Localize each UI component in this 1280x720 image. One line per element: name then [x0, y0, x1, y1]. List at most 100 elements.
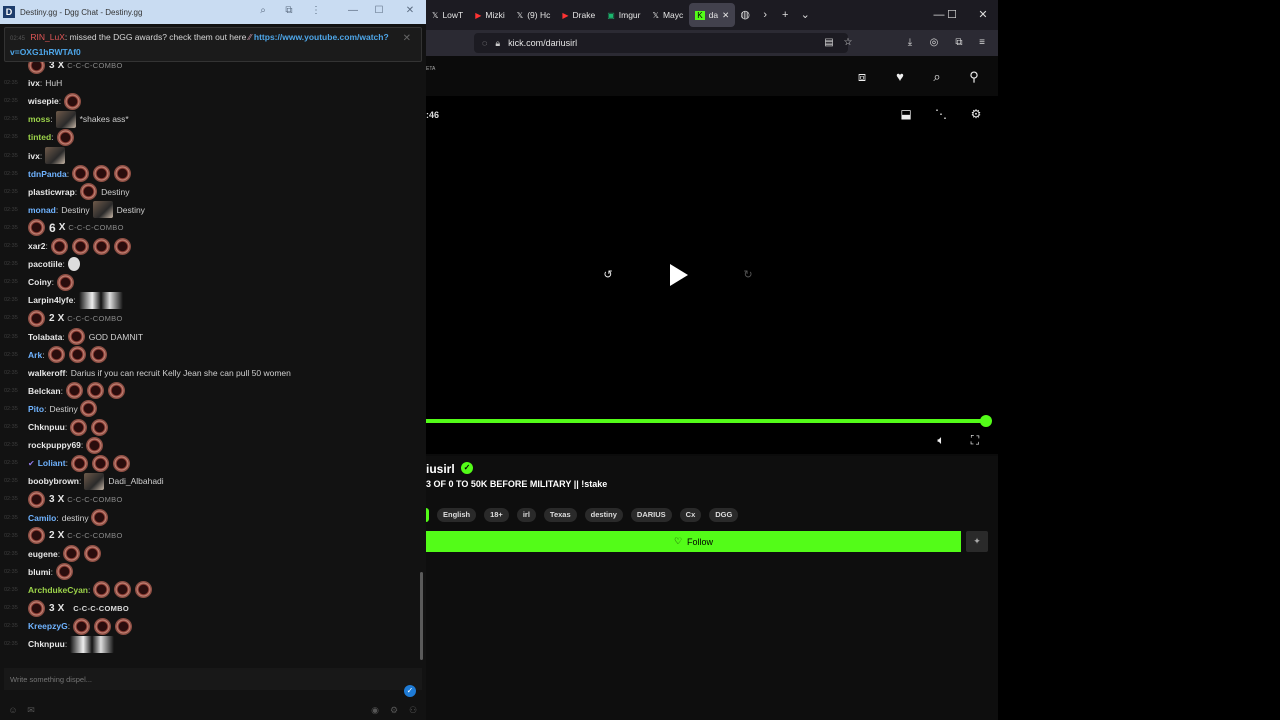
browser-tab[interactable]: 𝕏 (9) Hc: [511, 0, 557, 30]
message-username[interactable]: monad: [28, 205, 56, 215]
message-username[interactable]: eugene: [28, 549, 58, 559]
message-username[interactable]: Chknpuu: [28, 422, 65, 432]
user-icon[interactable]: ⚲: [966, 69, 982, 85]
address-bar[interactable]: ◌ 🔒︎ kick.com/dariusirl: [474, 33, 848, 53]
account-icon[interactable]: ◎: [927, 36, 941, 50]
stream-tag[interactable]: Texas: [543, 508, 577, 522]
progress-knob[interactable]: [980, 415, 992, 427]
message-username[interactable]: Chknpuu: [28, 639, 65, 649]
message-username[interactable]: Belckan: [28, 386, 61, 396]
users-icon[interactable]: ⚇: [407, 704, 419, 716]
chat-message: 02:35 ✔ Loliant:: [0, 454, 420, 472]
tag-partial[interactable]: [426, 508, 429, 522]
tab-list-icon[interactable]: ⌄: [795, 0, 815, 30]
gift-button[interactable]: ✦: [966, 531, 988, 552]
chat-scrollbar[interactable]: [420, 572, 423, 660]
minimize-button[interactable]: —: [346, 4, 360, 18]
lock-icon[interactable]: 🔒︎: [495, 38, 500, 49]
clip-icon[interactable]: ⬓: [898, 106, 914, 122]
chat-message: 02:35 KreepzyG:: [0, 617, 420, 635]
message-username[interactable]: Pito: [28, 404, 44, 414]
message-username[interactable]: xar2: [28, 241, 46, 251]
stream-tag[interactable]: DGG: [709, 508, 739, 522]
message-username[interactable]: Larpin4lyfe: [28, 295, 73, 305]
globe-tab-icon[interactable]: ◍: [735, 0, 755, 30]
follow-label: Follow: [687, 536, 714, 547]
chat-input[interactable]: [4, 668, 422, 690]
search-icon[interactable]: ⌕: [256, 4, 270, 18]
message-username[interactable]: walkeroff: [28, 368, 65, 378]
message-username[interactable]: Ark: [28, 350, 42, 360]
url-text[interactable]: kick.com/dariusirl: [508, 38, 577, 48]
search-icon[interactable]: ⌕: [929, 69, 945, 85]
stream-tag[interactable]: English: [437, 508, 477, 522]
reader-view-icon[interactable]: ▤: [822, 36, 836, 50]
message-username[interactable]: rockpuppy69: [28, 440, 81, 450]
shield-icon[interactable]: ◌: [482, 38, 487, 48]
separator: :: [66, 168, 70, 179]
announcement-user[interactable]: RIN_LuX: [30, 32, 65, 42]
browser-tab[interactable]: ▣ Imgur: [601, 0, 646, 30]
stream-tag[interactable]: 18+: [484, 508, 509, 522]
message-username[interactable]: blumi: [28, 567, 51, 577]
maximize-button[interactable]: ☐: [944, 8, 960, 22]
message-username[interactable]: KreepzyG: [28, 621, 68, 631]
settings-icon[interactable]: ⚙: [388, 704, 400, 716]
stream-tag[interactable]: destiny: [584, 508, 623, 522]
message-username[interactable]: tdnPanda: [28, 169, 67, 179]
share-icon[interactable]: ⋱: [933, 106, 949, 122]
message-username[interactable]: ivx: [28, 151, 40, 161]
message-username[interactable]: Coiny: [28, 277, 52, 287]
message-username[interactable]: moss: [28, 114, 50, 124]
new-tab-icon[interactable]: +: [775, 0, 795, 30]
close-button[interactable]: ✕: [403, 4, 417, 18]
more-icon[interactable]: ⋮: [309, 4, 323, 18]
progress-bar[interactable]: [426, 415, 992, 427]
play-icon[interactable]: [668, 262, 690, 288]
chat-message: 02:35 boobybrown: Dadi_Albahadi: [0, 472, 420, 490]
clips-icon[interactable]: ⧈: [854, 69, 870, 85]
settings-icon[interactable]: ⚙: [968, 106, 984, 122]
close-button[interactable]: ✕: [975, 8, 991, 22]
message-username[interactable]: tinted: [28, 132, 51, 142]
browser-tab[interactable]: ▶ Mizki: [469, 0, 511, 30]
stream-tag[interactable]: Cx: [679, 508, 702, 522]
follow-button[interactable]: ♡ Follow: [426, 531, 961, 552]
stream-tag[interactable]: DARIUS: [630, 508, 672, 522]
emote-menu-icon[interactable]: ☺: [7, 704, 19, 716]
message-username[interactable]: Loliant: [38, 458, 66, 468]
message-username[interactable]: ivx: [28, 78, 40, 88]
stream-tag[interactable]: irl: [516, 508, 536, 522]
tab-scroll-icon[interactable]: ›: [755, 0, 775, 30]
message-username[interactable]: boobybrown: [28, 476, 79, 486]
browser-tab[interactable]: ▶ Drake: [556, 0, 601, 30]
message-username[interactable]: plasticwrap: [28, 187, 75, 197]
close-tab-icon[interactable]: ✕: [722, 10, 729, 21]
message-username[interactable]: pacotiile: [28, 259, 62, 269]
browser-tab[interactable]: 𝕏 LowT: [426, 0, 469, 30]
whisper-icon[interactable]: ✉: [25, 704, 37, 716]
download-icon[interactable]: ⤓: [903, 36, 917, 50]
separator: :: [56, 512, 59, 523]
send-icon[interactable]: ✓: [404, 685, 416, 697]
message-username[interactable]: wisepie: [28, 96, 59, 106]
message-username[interactable]: Camilo: [28, 513, 56, 523]
browser-tab[interactable]: Kda ✕: [689, 3, 736, 27]
rewind-icon[interactable]: ↺: [600, 267, 616, 283]
eye-icon[interactable]: ◉: [369, 704, 381, 716]
fullscreen-icon[interactable]: ⛶: [967, 432, 983, 448]
maximize-button[interactable]: ☐: [372, 4, 386, 18]
extensions-icon[interactable]: ⧉: [952, 36, 966, 50]
message-username[interactable]: ArchdukeCyan: [28, 585, 88, 595]
extension-icon[interactable]: ⧉: [282, 4, 296, 18]
channel-name[interactable]: iusirl: [426, 462, 455, 476]
separator: :: [50, 566, 54, 577]
browser-tab[interactable]: 𝕏 Mayc: [647, 0, 690, 30]
message-username[interactable]: Tolabata: [28, 332, 62, 342]
bookmark-star-icon[interactable]: ☆: [841, 36, 855, 50]
volume-icon[interactable]: 🔈︎: [933, 432, 949, 448]
menu-icon[interactable]: ≡: [975, 36, 989, 50]
close-icon[interactable]: ✕: [403, 32, 411, 45]
heart-icon[interactable]: ♥: [892, 69, 908, 85]
video-player[interactable]: :46 ⬓ ⋱ ⚙ ↺ ↻ 🔈︎ ⛶: [426, 96, 998, 454]
